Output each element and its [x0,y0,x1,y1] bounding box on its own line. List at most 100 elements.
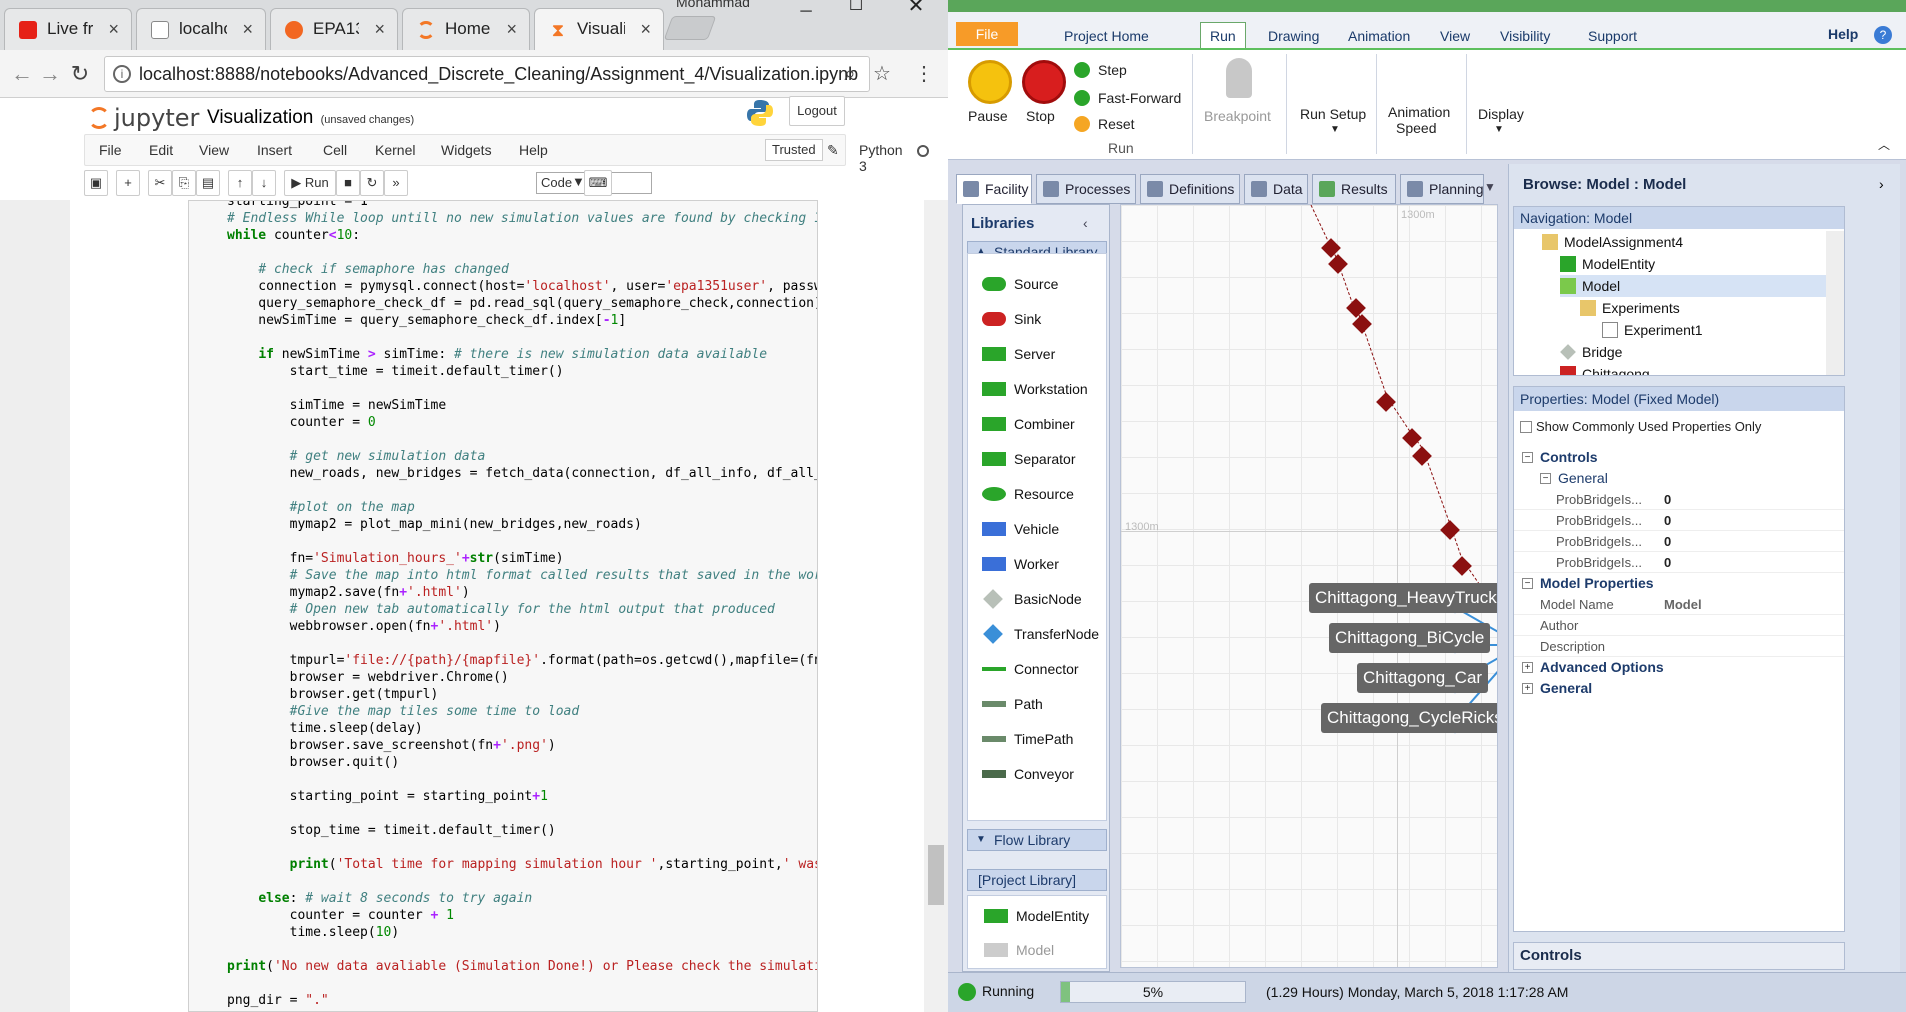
tree-item-bridge[interactable]: Bridge [1560,341,1622,363]
library-item-vehicle[interactable]: Vehicle [982,517,1059,541]
property-value[interactable]: 0 [1664,510,1671,531]
navigation-scrollbar[interactable] [1826,231,1844,375]
menu-view[interactable]: View [199,142,229,158]
close-icon[interactable]: × [640,9,651,49]
checkbox-icon[interactable] [1520,421,1532,433]
facility-canvas[interactable]: 1300m 1300m Chittagong_HeavyTruck Chitta… [1120,204,1498,968]
property-row[interactable]: ProbBridgeIs... 0 [1514,531,1844,552]
step-button[interactable]: Step [1098,62,1127,78]
close-icon[interactable]: × [242,9,253,49]
tab-epa1351[interactable]: EPA1351 × [270,8,398,50]
cut-icon[interactable]: ✂ [148,170,172,196]
menu-edit[interactable]: Edit [149,142,173,158]
tab-project-home[interactable]: Project Home [1064,28,1149,44]
collapse-icon[interactable]: − [1540,473,1551,484]
library-item-timepath[interactable]: TimePath [982,727,1073,751]
code-cell[interactable]: starting_point = 1 # Endless While loop u… [188,200,818,1012]
library-item-sink[interactable]: Sink [982,307,1041,331]
property-category-general[interactable]: − General [1514,468,1844,489]
menu-kernel[interactable]: Kernel [375,142,415,158]
reset-button[interactable]: Reset [1098,116,1135,132]
expand-icon[interactable]: + [1522,683,1533,694]
tab-youtube[interactable]: Live from × [4,8,132,50]
property-row[interactable]: Author [1514,615,1844,636]
library-item-basicnode[interactable]: BasicNode [982,587,1082,611]
library-item-resource[interactable]: Resource [982,482,1074,506]
library-item-conveyor[interactable]: Conveyor [982,762,1074,786]
entity-label-bicycle[interactable]: Chittagong_BiCycle [1329,623,1491,653]
tab-support[interactable]: Support [1588,28,1637,44]
library-item-modelentity[interactable]: ModelEntity [984,904,1089,928]
tree-item-experiment1[interactable]: Experiment1 [1602,319,1703,341]
library-item-path[interactable]: Path [982,692,1043,716]
tab-visualization[interactable]: ⧗ Visualiza × [534,8,664,50]
code-editor[interactable]: starting_point = 1 # Endless While loop u… [227,201,817,1011]
library-item-server[interactable]: Server [982,342,1055,366]
library-item-connector[interactable]: Connector [982,657,1079,681]
collapse-icon[interactable]: − [1522,578,1533,589]
minimize-icon[interactable]: ─ [784,4,828,24]
stop-icon[interactable]: ■ [336,170,360,196]
insert-cell-icon[interactable]: + [116,170,140,196]
property-category-advanced[interactable]: + Advanced Options [1514,657,1844,678]
entity-label-car[interactable]: Chittagong_Car [1357,663,1489,693]
breakpoint-button[interactable]: Breakpoint [1204,108,1271,124]
property-row[interactable]: ProbBridgeIs... 0 [1514,510,1844,531]
property-value[interactable]: 0 [1664,531,1671,552]
library-item-worker[interactable]: Worker [982,552,1059,576]
tab-processes[interactable]: Processes [1036,174,1136,204]
close-icon[interactable]: × [374,9,385,49]
collapse-icon[interactable]: ‹ [1083,215,1088,231]
zoom-icon[interactable]: ⌕ [836,60,864,88]
new-tab-button[interactable] [663,16,717,40]
close-icon[interactable]: × [506,9,517,49]
info-icon[interactable]: i [113,65,131,83]
library-item-workstation[interactable]: Workstation [982,377,1088,401]
collapse-icon[interactable]: − [1522,452,1533,463]
jupyter-logo[interactable]: jupyter [88,104,199,132]
save-icon[interactable]: ▣ [84,170,108,196]
menu-widgets[interactable]: Widgets [441,142,492,158]
entity-label-cyclerickshaw[interactable]: Chittagong_CycleRickshaw [1321,703,1497,733]
help-icon[interactable]: ? [1874,26,1892,44]
menu-icon[interactable]: ⋮ [910,60,938,88]
tab-planning[interactable]: Planning [1400,174,1484,204]
property-category-controls[interactable]: − Controls [1514,447,1844,468]
library-item-model[interactable]: Model [984,938,1054,962]
property-category-model-properties[interactable]: − Model Properties [1514,573,1844,594]
display-button[interactable]: Display [1478,106,1524,122]
flow-library-header[interactable]: ▼ Flow Library [967,829,1107,851]
tab-facility[interactable]: Facility [956,174,1032,204]
notebook-scrollbar[interactable] [924,200,948,1012]
menu-help[interactable]: Help [519,142,548,158]
tab-animation[interactable]: Animation [1348,28,1410,44]
menu-cell[interactable]: Cell [323,142,347,158]
scrollbar-thumb[interactable] [928,845,944,905]
pause-icon[interactable] [968,60,1012,104]
notebook-title[interactable]: Visualization (unsaved changes) [207,107,414,129]
keyboard-icon[interactable]: ⌨ [584,170,612,196]
notebook-name[interactable]: Visualization [207,107,313,128]
pause-button[interactable]: Pause [968,108,1008,124]
tab-drawing[interactable]: Drawing [1268,28,1319,44]
maximize-icon[interactable]: ☐ [834,0,878,18]
fast-forward-icon[interactable]: » [384,170,408,196]
tab-run[interactable]: Run [1210,28,1236,44]
tab-results[interactable]: Results [1312,174,1396,204]
close-window-icon[interactable]: ✕ [894,0,938,18]
project-library-header[interactable]: [Project Library] [967,869,1107,891]
address-bar[interactable]: i localhost:8888/notebooks/Advanced_Disc… [104,56,870,92]
move-up-icon[interactable]: ↑ [228,170,252,196]
property-row[interactable]: ProbBridgeIs... 0 [1514,489,1844,510]
tab-data[interactable]: Data [1244,174,1308,204]
library-item-transfernode[interactable]: TransferNode [982,622,1099,646]
help-link[interactable]: Help [1828,26,1858,42]
tab-definitions[interactable]: Definitions [1140,174,1240,204]
tab-visibility[interactable]: Visibility [1500,28,1550,44]
stop-button[interactable]: Stop [1026,108,1055,124]
library-item-combiner[interactable]: Combiner [982,412,1075,436]
restart-icon[interactable]: ↻ [360,170,384,196]
logout-button[interactable]: Logout [789,96,845,126]
property-row[interactable]: ProbBridgeIs... 0 [1514,552,1844,573]
tree-item-modelassignment4[interactable]: ModelAssignment4 [1542,231,1683,253]
